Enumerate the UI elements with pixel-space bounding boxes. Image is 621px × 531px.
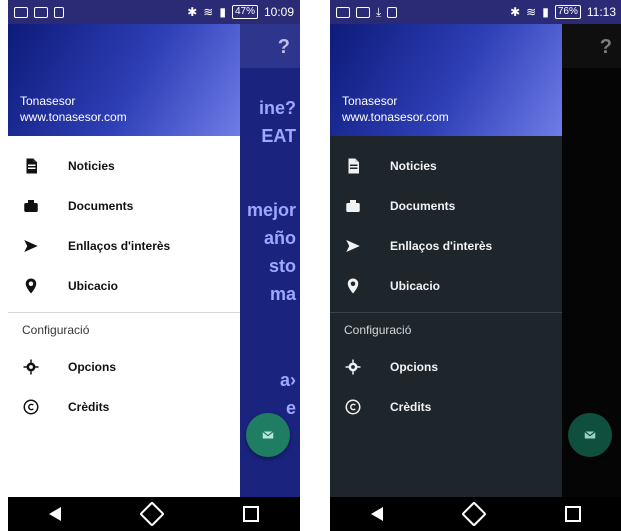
bg-line: año [263,228,296,248]
copyright-icon [22,398,40,416]
briefcase-icon [344,197,362,215]
mail-icon [262,431,274,439]
drawer-item-label: Crèdits [68,400,110,414]
system-nav-bar [330,497,621,531]
drawer-item-label: Noticies [390,159,437,173]
phone-screen-left: ✱ ≋ ▮ 47% 10:09 ? ine? EAT mejor año sto… [8,0,300,531]
briefcase-icon [22,197,40,215]
drawer-item-label: Noticies [68,159,115,173]
wifi-icon: ≋ [526,5,537,19]
status-bar: ✱ ≋ ▮ 47% 10:09 [8,0,300,24]
help-icon[interactable]: ? [278,36,290,59]
account-name: Tonasesor [342,94,398,108]
recents-icon[interactable] [243,506,259,522]
signal-icon: ▮ [542,5,549,19]
section-label-settings: Configuració [22,323,90,337]
drawer-item-label: Enllaços d'interès [390,239,493,253]
drawer-item-options[interactable]: Opcions [8,347,240,387]
send-icon [22,237,40,255]
download-icon: ⤓ [376,4,382,19]
sim-icon [387,6,398,18]
system-nav-bar [8,497,300,531]
drawer-item-label: Opcions [68,360,117,374]
sim-icon [54,6,64,18]
home-icon[interactable] [139,501,165,527]
wifi-icon: ≋ [203,5,214,19]
mail-icon [356,6,370,18]
bg-line: mejor [246,200,296,220]
drawer-menu: Noticies Documents Enllaços d'interès Ub… [8,136,240,427]
drawer-item-label: Ubicacio [390,279,441,293]
location-pin-icon [344,277,362,295]
drawer-item-options[interactable]: Opcions [330,347,562,387]
background-text: ine? EAT mejor año sto ma a› e [247,94,296,422]
bg-line: EAT [261,126,296,146]
home-icon[interactable] [461,501,487,527]
section-label-settings: Configuració [344,323,412,337]
bluetooth-icon: ✱ [510,5,521,19]
status-left: ⤓ [336,4,398,20]
phone-screen-right: ⤓ ✱ ≋ ▮ 76% 11:13 ? Tonasesor www.tonase… [330,0,621,531]
drawer-header: Tonasesor www.tonasesor.com [8,24,240,136]
recents-icon[interactable] [565,506,581,522]
photo-icon [336,6,350,18]
drawer-item-credits[interactable]: Crèdits [8,387,240,427]
contact-fab[interactable] [568,413,612,457]
account-name: Tonasesor [20,94,76,108]
gear-icon [22,358,40,376]
file-icon [344,157,362,175]
back-icon[interactable] [371,507,383,521]
battery-indicator: 76% [554,5,581,19]
account-url[interactable]: www.tonasesor.com [20,110,127,124]
drawer-item-label: Enllaços d'interès [68,239,171,253]
bg-line: ine? [258,98,296,118]
status-time: 10:09 [263,5,294,19]
mail-icon [34,6,48,18]
signal-icon: ▮ [219,5,226,19]
help-icon[interactable]: ? [600,36,612,59]
drawer-item-credits[interactable]: Crèdits [330,387,562,427]
navigation-drawer: Tonasesor www.tonasesor.com Noticies Doc… [330,24,562,497]
drawer-item-label: Documents [68,199,134,213]
drawer-item-documents[interactable]: Documents [8,186,240,226]
account-url[interactable]: www.tonasesor.com [342,110,449,124]
bluetooth-icon: ✱ [187,5,198,19]
drawer-item-location[interactable]: Ubicacio [8,266,240,306]
copyright-icon [344,398,362,416]
drawer-item-location[interactable]: Ubicacio [330,266,562,306]
drawer-item-label: Crèdits [390,400,432,414]
status-bar: ⤓ ✱ ≋ ▮ 76% 11:13 [330,0,621,24]
photo-icon [14,6,28,18]
bg-line: ma [269,284,296,304]
status-right: ✱ ≋ ▮ 76% 11:13 [510,5,616,19]
drawer-item-label: Opcions [390,360,439,374]
status-left [14,6,64,18]
gear-icon [344,358,362,376]
mail-icon [584,431,596,439]
battery-indicator: 47% [231,5,258,19]
drawer-item-links[interactable]: Enllaços d'interès [330,226,562,266]
location-pin-icon [22,277,40,295]
contact-fab[interactable] [246,413,290,457]
drawer-item-label: Documents [390,199,456,213]
drawer-header: Tonasesor www.tonasesor.com [330,24,562,136]
file-icon [22,157,40,175]
status-time: 11:13 [586,5,616,19]
drawer-item-documents[interactable]: Documents [330,186,562,226]
drawer-item-noticies[interactable]: Noticies [8,146,240,186]
bg-line: a› [279,370,296,390]
status-right: ✱ ≋ ▮ 47% 10:09 [187,5,294,19]
drawer-item-links[interactable]: Enllaços d'interès [8,226,240,266]
drawer-item-noticies[interactable]: Noticies [330,146,562,186]
send-icon [344,237,362,255]
back-icon[interactable] [49,507,61,521]
navigation-drawer: Tonasesor www.tonasesor.com Noticies Doc… [8,24,240,497]
bg-line: sto [269,256,296,276]
drawer-menu: Noticies Documents Enllaços d'interès Ub… [330,136,562,427]
drawer-item-label: Ubicacio [68,279,119,293]
